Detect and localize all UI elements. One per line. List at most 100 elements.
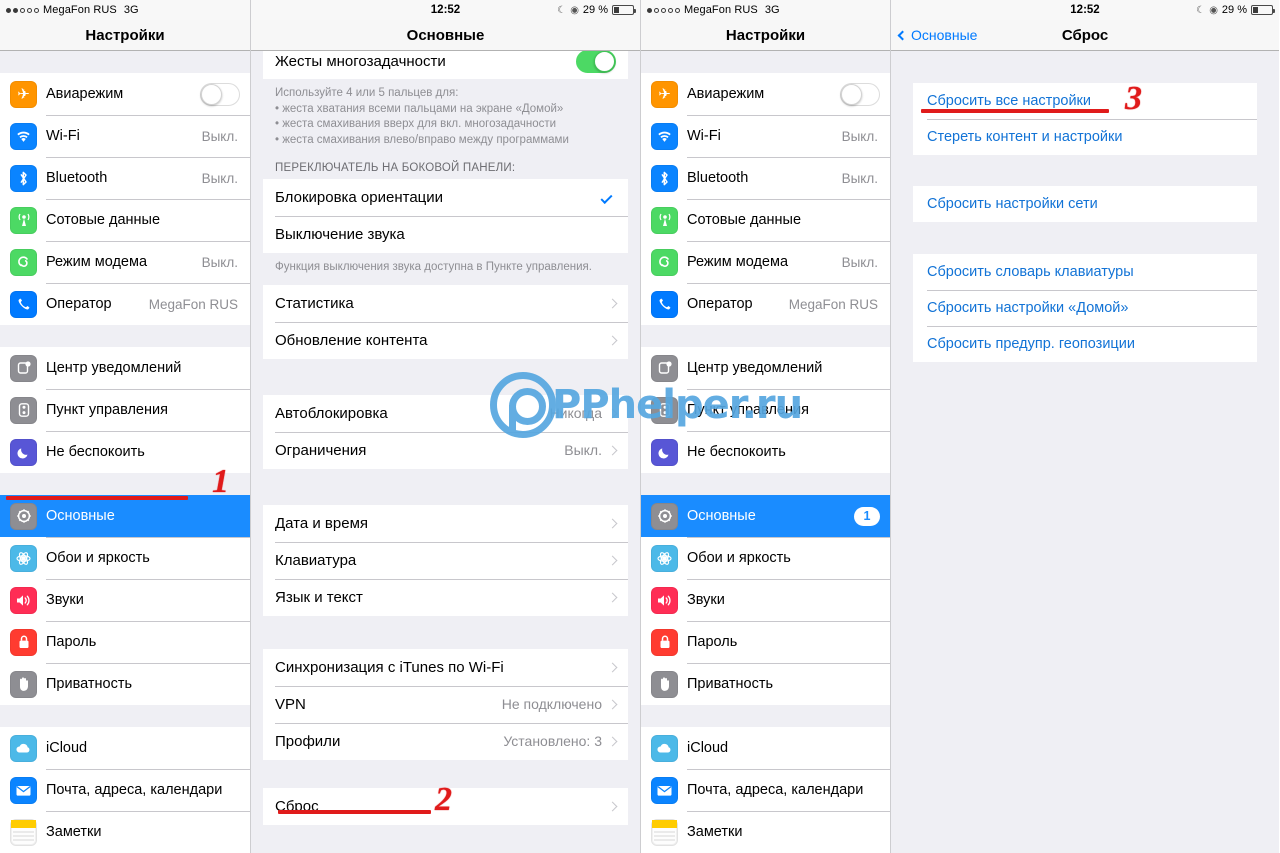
sidebar-item-value: Выкл. [841, 254, 878, 270]
sidebar-item-notification-center[interactable]: Центр уведомлений [641, 347, 890, 389]
sidebar-item-icloud[interactable]: iCloud [641, 727, 890, 769]
settings-group-connectivity: ✈ Авиарежим Wi-Fi Выкл. Bluetooth Выкл. … [0, 73, 250, 325]
row-date-time[interactable]: Дата и время [263, 504, 628, 542]
row-language-text[interactable]: Язык и текст [263, 578, 628, 616]
row-itunes-wifi-sync[interactable]: Синхронизация с iTunes по Wi-Fi [263, 648, 628, 686]
row-erase-all-content[interactable]: Стереть контент и настройки [913, 119, 1257, 155]
sidebar-item-label: Приватность [46, 676, 133, 692]
sidebar-item-label: Авиарежим [46, 86, 124, 102]
panel-settings-left: MegaFon RUS 3G Настройки ✈ Авиарежим Wi-… [0, 0, 250, 853]
row-profiles[interactable]: Профили Установлено: 3 [263, 722, 628, 760]
bluetooth-icon [10, 164, 37, 192]
airplane-toggle[interactable] [200, 82, 240, 106]
page-title: Настройки [725, 26, 806, 44]
sidebar-item-mail[interactable]: Почта, адреса, календари [641, 769, 890, 811]
row-label: Выключение звука [275, 226, 405, 244]
navbar-reset: Основные Сброс [891, 20, 1279, 51]
reset-group-2: Сбросить настройки сети [913, 186, 1257, 222]
sidebar-item-wallpaper[interactable]: Обои и яркость [641, 537, 890, 579]
row-value: Выкл. [564, 442, 602, 459]
row-reset-keyboard-dictionary[interactable]: Сбросить словарь клавиатуры [913, 254, 1257, 290]
airplane-icon: ✈ [10, 80, 37, 108]
row-autolock[interactable]: Автоблокировка Никогда [263, 394, 628, 432]
chevron-right-icon [607, 736, 618, 747]
settings-list-right[interactable]: ✈ Авиарежим Wi-Fi Выкл. Bluetooth Выкл. … [641, 51, 890, 853]
sidebar-item-privacy[interactable]: Приватность [0, 663, 250, 705]
sidebar-item-carrier[interactable]: Оператор MegaFon RUS [641, 283, 890, 325]
sidebar-item-do-not-disturb[interactable]: Не беспокоить [641, 431, 890, 473]
row-reset-location-warnings[interactable]: Сбросить предупр. геопозиции [913, 326, 1257, 362]
row-statistics[interactable]: Статистика [263, 284, 628, 322]
status-bar-right: MegaFon RUS 3G [641, 0, 890, 20]
row-keyboard[interactable]: Клавиатура [263, 541, 628, 579]
sidebar-item-wifi[interactable]: Wi-Fi Выкл. [0, 115, 250, 157]
row-restrictions[interactable]: Ограничения Выкл. [263, 431, 628, 469]
gear-icon [10, 502, 37, 530]
status-bar-general: 12:52 ☾ ◉ 29 % [251, 0, 640, 20]
note-bullet: • жеста смахивания вверх для вкл. многоз… [275, 118, 557, 131]
settings-group-notifications: Центр уведомлений Пункт управления Не бе… [641, 347, 890, 473]
row-reset-all-settings[interactable]: Сбросить все настройки [913, 83, 1257, 119]
reset-list[interactable]: Сбросить все настройки Стереть контент и… [891, 51, 1279, 853]
row-multitasking-gestures[interactable]: Жесты многозадачности [263, 51, 628, 79]
sidebar-item-wallpaper[interactable]: Обои и яркость [0, 537, 250, 579]
rotation-lock-icon: ◉ [1209, 4, 1218, 16]
row-vpn[interactable]: VPN Не подключено [263, 685, 628, 723]
row-mute[interactable]: Выключение звука [263, 216, 628, 254]
row-label: Дата и время [275, 514, 369, 532]
note-bullet: • жеста смахивания влево/вправо между пр… [275, 133, 569, 146]
sidebar-item-airplane[interactable]: ✈ Авиарежим [641, 73, 890, 115]
row-orientation-lock[interactable]: Блокировка ориентации [263, 179, 628, 217]
row-background-refresh[interactable]: Обновление контента [263, 321, 628, 359]
lock-icon [651, 628, 678, 656]
sidebar-item-icloud[interactable]: iCloud [0, 727, 250, 769]
chevron-left-icon [897, 30, 908, 40]
sidebar-item-cellular[interactable]: Сотовые данные [0, 199, 250, 241]
sidebar-item-hotspot[interactable]: Режим модема Выкл. [0, 241, 250, 283]
settings-group-notifications: Центр уведомлений Пункт управления Не бе… [0, 347, 250, 473]
signal-dots-icon [6, 7, 39, 13]
row-label: Обновление контента [275, 331, 428, 349]
sidebar-item-notes[interactable]: Заметки [641, 811, 890, 853]
sidebar-item-airplane[interactable]: ✈ Авиарежим [0, 73, 250, 115]
sidebar-item-mail[interactable]: Почта, адреса, календари [0, 769, 250, 811]
chevron-right-icon [607, 699, 618, 710]
sidebar-item-sounds[interactable]: Звуки [0, 579, 250, 621]
airplane-toggle[interactable] [840, 82, 880, 106]
sidebar-item-control-center[interactable]: Пункт управления [0, 389, 250, 431]
annotation-underline-3 [921, 109, 1109, 113]
sidebar-item-label: Режим модема [687, 254, 789, 270]
sidebar-item-bluetooth[interactable]: Bluetooth Выкл. [0, 157, 250, 199]
multitasking-toggle[interactable] [576, 51, 616, 73]
sidebar-item-label: Авиарежим [687, 86, 765, 102]
sidebar-item-passcode[interactable]: Пароль [0, 621, 250, 663]
sidebar-item-cellular[interactable]: Сотовые данные [641, 199, 890, 241]
sidebar-item-privacy[interactable]: Приватность [641, 663, 890, 705]
sidebar-item-label: Звуки [687, 592, 725, 608]
row-reset-home-layout[interactable]: Сбросить настройки «Домой» [913, 290, 1257, 326]
sidebar-item-notification-center[interactable]: Центр уведомлений [0, 347, 250, 389]
sidebar-item-wifi[interactable]: Wi-Fi Выкл. [641, 115, 890, 157]
sidebar-item-control-center[interactable]: Пункт управления [641, 389, 890, 431]
reset-group-3: Сбросить словарь клавиатуры Сбросить нас… [913, 254, 1257, 362]
sidebar-item-carrier[interactable]: Оператор MegaFon RUS [0, 283, 250, 325]
sidebar-item-sounds[interactable]: Звуки [641, 579, 890, 621]
sidebar-item-hotspot[interactable]: Режим модема Выкл. [641, 241, 890, 283]
row-value: Никогда [549, 405, 602, 422]
back-button[interactable]: Основные [891, 27, 977, 43]
battery-icon [1251, 5, 1275, 15]
sidebar-item-passcode[interactable]: Пароль [641, 621, 890, 663]
sidebar-item-label: Заметки [687, 824, 743, 840]
sidebar-item-general[interactable]: Основные [0, 495, 250, 537]
row-reset-network[interactable]: Сбросить настройки сети [913, 186, 1257, 222]
sidebar-item-bluetooth[interactable]: Bluetooth Выкл. [641, 157, 890, 199]
page-title: Основные [406, 26, 485, 44]
sidebar-item-general[interactable]: Основные 1 [641, 495, 890, 537]
settings-list-left[interactable]: ✈ Авиарежим Wi-Fi Выкл. Bluetooth Выкл. … [0, 51, 250, 853]
sidebar-item-value: Выкл. [841, 170, 878, 186]
sidebar-item-notes[interactable]: Заметки [0, 811, 250, 853]
icloud-icon [651, 734, 678, 762]
sidebar-item-label: iCloud [46, 740, 88, 756]
general-list[interactable]: Жесты многозадачности Используйте 4 или … [251, 51, 640, 853]
status-badge: 1 [854, 506, 880, 526]
